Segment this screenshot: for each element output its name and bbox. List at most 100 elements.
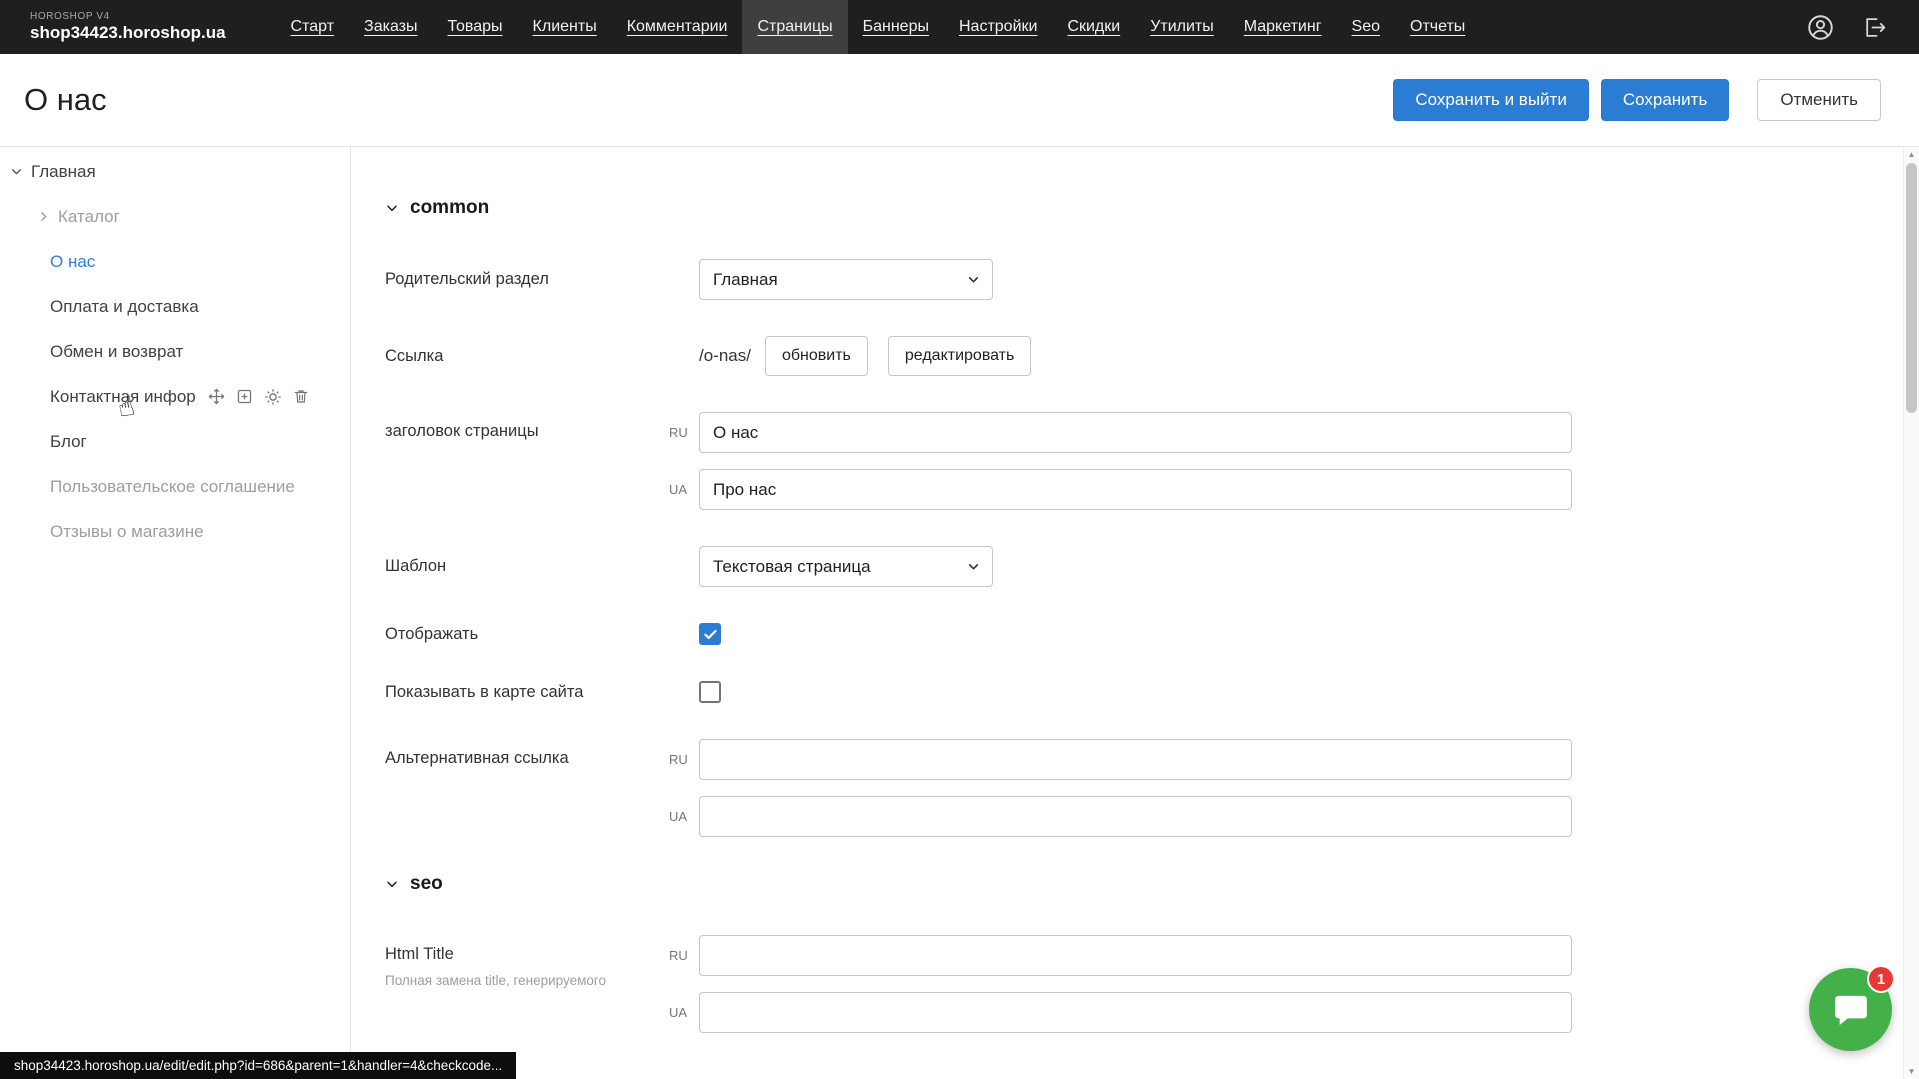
sidebar-item-label: Отзывы о магазине — [50, 522, 204, 542]
link-label: Ссылка — [385, 347, 699, 366]
page-edit-form: common Родительский раздел Главная Ссылк… — [351, 147, 1919, 1079]
sidebar-item-otzyvy-o-magazine[interactable]: Отзывы о магазине — [0, 509, 350, 554]
lang-ua-badge: UA — [669, 1005, 699, 1020]
nav-item-utilities[interactable]: Утилиты — [1135, 0, 1229, 54]
html-title-ru-input[interactable] — [699, 935, 1572, 976]
section-common-header[interactable]: common — [385, 197, 1919, 219]
sidebar-item-obmen-i-vozvrat[interactable]: Обмен и возврат — [0, 329, 350, 374]
sidebar-item-label: Каталог — [58, 207, 120, 227]
nav-item-start[interactable]: Старт — [276, 0, 349, 54]
display-label: Отображать — [385, 625, 699, 644]
scrollbar-thumb[interactable] — [1906, 163, 1917, 413]
page-title-ru-input[interactable] — [699, 412, 1572, 453]
chevron-down-icon — [385, 877, 399, 891]
chevron-down-icon — [967, 273, 980, 286]
account-icon[interactable] — [1807, 14, 1834, 41]
link-edit-button[interactable]: редактировать — [888, 336, 1031, 376]
app-logo[interactable]: HOROSHOP V4 shop34423.horoshop.ua — [30, 0, 226, 54]
nav-item-settings[interactable]: Настройки — [944, 0, 1052, 54]
nav-item-clients[interactable]: Клиенты — [518, 0, 612, 54]
lang-ru-badge: RU — [669, 948, 699, 963]
parent-section-select[interactable]: Главная — [699, 259, 993, 300]
html-title-ua-input[interactable] — [699, 992, 1572, 1033]
parent-section-value: Главная — [713, 270, 778, 290]
save-button[interactable]: Сохранить — [1601, 79, 1729, 121]
scroll-up-arrow[interactable]: ▲ — [1904, 150, 1919, 159]
section-seo-label: seo — [410, 873, 443, 895]
template-label: Шаблон — [385, 557, 699, 576]
save-and-exit-button[interactable]: Сохранить и выйти — [1393, 79, 1588, 121]
topbar-right-icons — [1807, 0, 1887, 54]
tree-item-actions — [208, 388, 309, 406]
chat-widget-button[interactable]: 1 — [1809, 968, 1892, 1051]
parent-section-label: Родительский раздел — [385, 270, 699, 289]
sidebar-item-label: О нас — [50, 252, 95, 272]
chevron-down-icon — [967, 560, 980, 573]
template-row: Шаблон Текстовая страница — [385, 546, 1919, 587]
sitemap-checkbox[interactable] — [699, 681, 721, 703]
shop-domain-text: shop34423.horoshop.ua — [30, 23, 226, 43]
sidebar-item-kontaktnaya-infor[interactable]: Контактная инфор☝ — [0, 374, 350, 419]
alt-link-ua-input[interactable] — [699, 796, 1572, 837]
sidebar-item-blog[interactable]: Блог — [0, 419, 350, 464]
sidebar-item-o-nas[interactable]: О нас — [0, 239, 350, 284]
template-value: Текстовая страница — [713, 557, 871, 577]
scroll-down-arrow[interactable]: ▼ — [1904, 1067, 1919, 1076]
sidebar-item-glavnaya[interactable]: Главная — [0, 149, 350, 194]
nav-item-products[interactable]: Товары — [433, 0, 518, 54]
lang-ru-badge: RU — [669, 425, 699, 440]
content-area: Главная Каталог О нас Оплата и доставка Обме… — [0, 147, 1919, 1079]
html-title-label-text: Html Title — [385, 945, 669, 964]
sidebar-item-label: Контактная инфор — [50, 387, 196, 407]
sidebar-item-label: Оплата и доставка — [50, 297, 199, 317]
section-seo-header[interactable]: seo — [385, 873, 1919, 895]
alt-link-row: Альтернативная ссылка RU UA — [385, 739, 1919, 837]
lang-ru-badge: RU — [669, 752, 699, 767]
parent-section-row: Родительский раздел Главная — [385, 259, 1919, 300]
nav-item-banners[interactable]: Баннеры — [848, 0, 944, 54]
nav-item-pages[interactable]: Страницы — [742, 0, 847, 54]
nav-item-seo[interactable]: Seo — [1337, 0, 1395, 54]
settings-icon[interactable] — [264, 388, 282, 406]
top-navigation-bar: HOROSHOP V4 shop34423.horoshop.ua СтартЗ… — [0, 0, 1919, 54]
chevron-down-icon — [385, 201, 399, 215]
sidebar-item-katalog[interactable]: Каталог — [0, 194, 350, 239]
sitemap-label: Показывать в карте сайта — [385, 683, 699, 702]
sidebar-item-label: Обмен и возврат — [50, 342, 183, 362]
section-common-label: common — [410, 197, 489, 219]
display-row: Отображать — [385, 623, 1919, 645]
move-icon[interactable] — [208, 388, 225, 405]
page-title-ua-input[interactable] — [699, 469, 1572, 510]
link-row: Ссылка /o-nas/ обновить редактировать — [385, 336, 1919, 376]
page-title: О нас — [24, 82, 107, 118]
cancel-button[interactable]: Отменить — [1757, 79, 1881, 121]
lang-ua-badge: UA — [669, 482, 699, 497]
alt-link-ru-input[interactable] — [699, 739, 1572, 780]
sidebar-item-oplata-i-dostavka[interactable]: Оплата и доставка — [0, 284, 350, 329]
chevron-down-icon[interactable] — [10, 165, 23, 178]
chevron-right-icon[interactable] — [37, 210, 50, 223]
pages-tree-sidebar: Главная Каталог О нас Оплата и доставка Обме… — [0, 147, 351, 1079]
link-path-value: /o-nas/ — [699, 346, 751, 366]
display-checkbox[interactable] — [699, 623, 721, 645]
alt-link-label: Альтернативная ссылка — [385, 739, 669, 768]
template-select[interactable]: Текстовая страница — [699, 546, 993, 587]
nav-item-comments[interactable]: Комментарии — [612, 0, 743, 54]
main-menu: СтартЗаказыТоварыКлиентыКомментарииСтран… — [276, 0, 1481, 54]
nav-item-reports[interactable]: Отчеты — [1395, 0, 1480, 54]
scrollbar[interactable]: ▲ ▼ — [1903, 147, 1919, 1079]
sidebar-item-label: Пользовательское соглашение — [50, 477, 295, 497]
delete-icon[interactable] — [293, 388, 309, 405]
add-page-icon[interactable] — [236, 388, 253, 405]
sidebar-item-polzovatelskoe-soglashenie[interactable]: Пользовательское соглашение — [0, 464, 350, 509]
nav-item-orders[interactable]: Заказы — [349, 0, 432, 54]
chat-unread-badge: 1 — [1867, 965, 1895, 993]
html-title-row: Html Title Полная замена title, генериру… — [385, 935, 1919, 1033]
chat-bubble-icon — [1831, 990, 1871, 1030]
nav-item-discounts[interactable]: Скидки — [1052, 0, 1135, 54]
html-title-label: Html Title Полная замена title, генериру… — [385, 935, 669, 990]
nav-item-marketing[interactable]: Маркетинг — [1229, 0, 1337, 54]
logout-icon[interactable] — [1862, 15, 1887, 40]
link-refresh-button[interactable]: обновить — [765, 336, 868, 376]
page-title-label: заголовок страницы — [385, 412, 669, 441]
